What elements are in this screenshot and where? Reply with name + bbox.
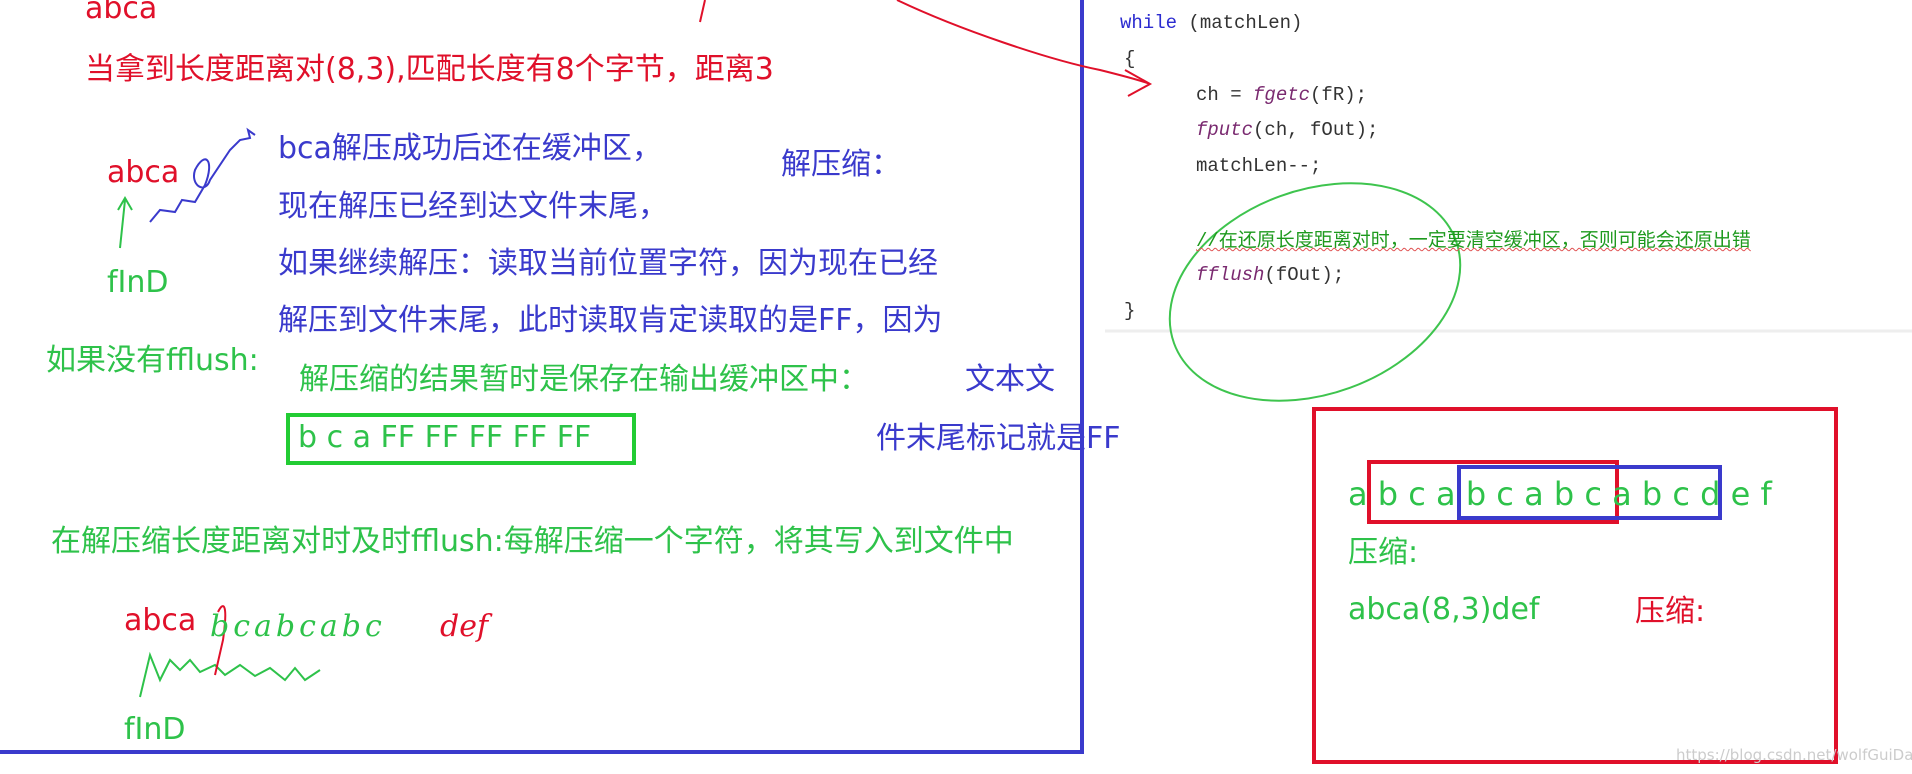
green-scribble [139,651,321,698]
red-arrow-head [1124,69,1153,97]
code-text: (matchLen) [1177,12,1303,34]
green-arrow-up [117,196,133,249]
blue-line-1: bca解压成功后还在缓冲区， [278,131,662,166]
blue-tail-1: 文本文 [965,362,1055,397]
code-text: (fOut); [1264,264,1345,286]
no-fflush-label: 如果没有fflush: [46,343,259,378]
code-text: ch = [1196,84,1254,106]
compress-label: 压缩: [1348,535,1419,570]
compressed-output: abca(8,3)def [1348,592,1540,627]
abca-small: abca [107,155,180,190]
code-line: ch = fgetc(fR); [1196,86,1367,105]
blue-line-3: 如果继续解压：读取当前位置字符，因为现在已经 [278,246,938,281]
example-sequence: a b c a b c a b c a b c d e f [1348,475,1772,513]
blue-tail-2: 件末尾标记就是FF [876,421,1121,456]
code-text: (fR); [1310,84,1368,106]
green-line: 解压缩的结果暂时是保存在输出缓冲区中： [299,362,869,397]
handwritten-def: def [440,609,489,644]
bottom-abca: abca [124,603,197,638]
handwritten-sequence: bcabcabc [210,609,386,644]
function-name: fflush [1196,264,1265,286]
code-text: (ch, fOut); [1253,119,1379,141]
function-name: fgetc [1253,84,1311,106]
code-line: matchLen--; [1196,155,1322,177]
code-line: while (matchLen) [1120,14,1302,33]
code-line: } [1124,300,1136,322]
code-line: fputc(ch, fOut); [1196,121,1378,140]
function-name: fputc [1196,119,1254,141]
code-line: { [1124,48,1136,70]
decompress-label: 解压缩： [781,147,901,182]
red-tick-stroke [699,0,706,23]
code-comment: //在还原长度距离对时，一定要清空缓冲区，否则可能会还原出错 [1196,230,1751,252]
red-arrow-stroke [896,0,1151,85]
find-label: fInD [107,265,169,300]
blue-line-4: 解压到文件末尾，此时读取肯定读取的是FF，因为 [278,303,943,338]
buffer-contents: b c a FF FF FF FF FF [298,420,592,455]
keyword: while [1120,12,1178,34]
annotation-strokes [0,0,1912,764]
compress-label-red: 压缩: [1635,594,1706,629]
fflush-note: 在解压缩长度距离对时及时fflush:每解压缩一个字符，将其写入到文件中 [51,524,1014,559]
green-circle [1168,182,1462,402]
code-line: fflush(fOut); [1196,266,1344,285]
watermark: https://blog.csdn.net/wolfGuiDao [1676,746,1912,764]
title-note: 当拿到长度距离对(8,3),匹配长度有8个字节，距离3 [85,52,774,87]
blue-line-2: 现在解压已经到达文件末尾， [278,189,668,224]
top-abca: abca [85,0,158,26]
find-label-bottom: fInD [124,712,186,747]
